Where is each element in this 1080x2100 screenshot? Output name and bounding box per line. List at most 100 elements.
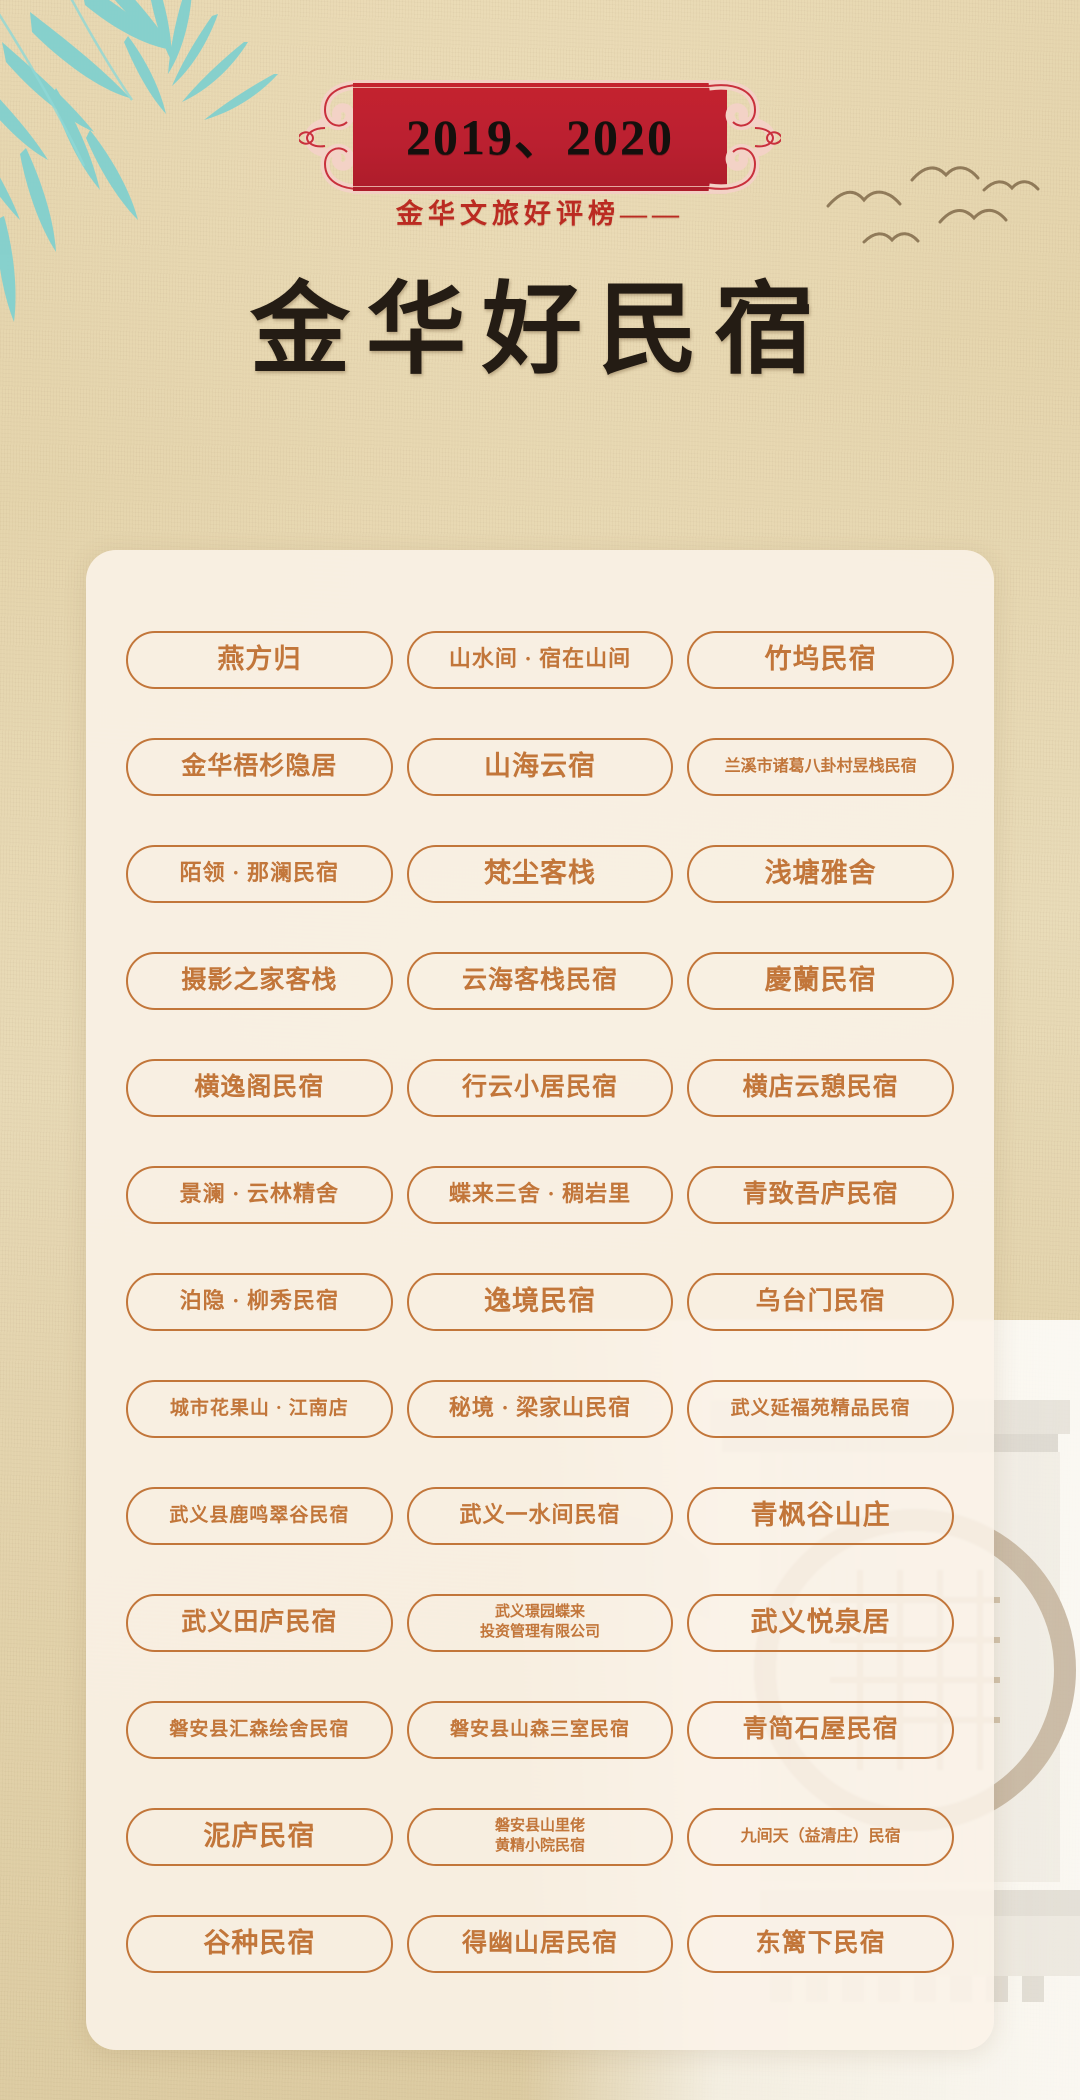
homestay-name: 梵尘客栈 [483,858,596,889]
list-row: 景澜 · 云林精舍 蝶来三舍 · 稠岩里 青致吾庐民宿 [126,1141,954,1248]
homestay-pill[interactable]: 竹坞民宿 [687,630,954,689]
list-row: 泊隐 · 柳秀民宿 逸境民宿 乌台门民宿 [126,1248,954,1355]
homestay-name: 九间天（益清庄）民宿 [740,1827,901,1845]
homestay-name: 磐安县山森三室民宿 [449,1718,630,1740]
homestay-name: 武义一水间民宿 [459,1502,621,1528]
homestay-name: 泥庐民宿 [203,1821,316,1852]
list-row: 城市花果山 · 江南店 秘境 · 梁家山民宿 武义延福苑精品民宿 [126,1355,954,1462]
list-row: 泥庐民宿 磐安县山里佬 黄精小院民宿 九间天（益清庄）民宿 [126,1783,954,1890]
homestay-pill[interactable]: 景澜 · 云林精舍 [126,1165,393,1224]
homestay-pill[interactable]: 青枫谷山庄 [687,1486,954,1545]
homestay-pill[interactable]: 兰溪市诸葛八卦村昱栈民宿 [687,737,954,796]
homestay-pill[interactable]: 浅塘雅舍 [687,844,954,903]
homestay-pill[interactable]: 行云小居民宿 [406,1058,674,1117]
homestay-name: 行云小居民宿 [461,1073,618,1101]
homestay-name: 磐安县山里佬 黄精小院民宿 [494,1818,585,1854]
homestay-name: 山海云宿 [483,751,596,782]
page-title: 金华好民宿 [250,275,830,386]
homestay-name: 横逸阁民宿 [194,1073,325,1101]
homestay-pill[interactable]: 梵尘客栈 [406,844,674,903]
homestay-name: 兰溪市诸葛八卦村昱栈民宿 [724,757,917,775]
list-row: 武义田庐民宿 武义璟园蝶来 投资管理有限公司 武义悦泉居 [126,1569,954,1676]
homestay-pill[interactable]: 得幽山居民宿 [406,1914,674,1973]
homestay-pill[interactable]: 横逸阁民宿 [126,1058,393,1117]
homestay-pill[interactable]: 蝶来三舍 · 稠岩里 [406,1165,674,1224]
homestay-pill[interactable]: 摄影之家客栈 [126,951,393,1010]
banner-plate: 2019、2020 [353,80,727,194]
list-row: 陌领 · 那澜民宿 梵尘客栈 浅塘雅舍 [126,820,954,927]
homestay-pill[interactable]: 燕方归 [126,630,393,689]
homestay-pill[interactable]: 磐安县汇森绘舍民宿 [126,1700,393,1759]
homestay-name: 慶蘭民宿 [764,965,877,996]
homestay-pill[interactable]: 武义田庐民宿 [126,1593,393,1652]
homestay-pill[interactable]: 云海客栈民宿 [406,951,674,1010]
list-row: 摄影之家客栈 云海客栈民宿 慶蘭民宿 [126,927,954,1034]
homestay-name: 城市花果山 · 江南店 [169,1397,349,1419]
homestay-name: 得幽山居民宿 [461,1929,618,1957]
homestay-name: 浅塘雅舍 [764,858,877,889]
homestay-pill[interactable]: 金华梧杉隐居 [126,737,393,796]
homestay-name: 蝶来三舍 · 稠岩里 [448,1181,632,1207]
year-banner: 2019、2020 [299,72,781,202]
list-row: 横逸阁民宿 行云小居民宿 横店云憩民宿 [126,1034,954,1141]
homestay-name: 青致吾庐民宿 [742,1180,899,1208]
homestay-name: 武义田庐民宿 [181,1608,338,1636]
homestay-pill[interactable]: 乌台门民宿 [687,1272,954,1331]
homestay-name: 青枫谷山庄 [750,1500,891,1531]
homestay-name: 泊隐 · 柳秀民宿 [179,1288,339,1314]
homestay-pill[interactable]: 磐安县山里佬 黄精小院民宿 [406,1807,674,1866]
homestay-pill[interactable]: 慶蘭民宿 [687,951,954,1010]
homestay-pill[interactable]: 武义一水间民宿 [406,1486,674,1545]
list-row: 金华梧杉隐居 山海云宿 兰溪市诸葛八卦村昱栈民宿 [126,713,954,820]
homestay-pill[interactable]: 秘境 · 梁家山民宿 [406,1379,674,1438]
banner-years: 2019、2020 [406,109,674,165]
homestay-pill[interactable]: 谷种民宿 [126,1914,393,1973]
homestay-pill[interactable]: 城市花果山 · 江南店 [126,1379,393,1438]
homestay-name: 金华梧杉隐居 [181,752,338,780]
homestay-name: 武义延福苑精品民宿 [730,1397,911,1419]
homestay-name: 陌领 · 那澜民宿 [179,860,339,886]
homestay-name: 东篱下民宿 [755,1929,886,1957]
homestay-pill[interactable]: 泥庐民宿 [126,1807,393,1866]
homestay-list-card: 燕方归 山水间 · 宿在山间 竹坞民宿金华梧杉隐居 山海云宿 兰溪市诸葛八卦村昱栈民宿陌… [86,550,994,2050]
homestay-name: 逸境民宿 [483,1286,596,1317]
homestay-name: 摄影之家客栈 [181,966,338,994]
homestay-pill[interactable]: 武义县鹿鸣翠谷民宿 [126,1486,393,1545]
homestay-name: 燕方归 [217,644,302,675]
poster-root: 2019、2020 金华文旅好评榜—— 金华好民宿 燕方归 山水间 · 宿在山间… [0,0,1080,2100]
homestay-pill[interactable]: 青致吾庐民宿 [687,1165,954,1224]
homestay-name: 磐安县汇森绘舍民宿 [169,1718,350,1740]
homestay-pill[interactable]: 武义璟园蝶来 投资管理有限公司 [406,1593,674,1652]
homestay-pill[interactable]: 陌领 · 那澜民宿 [126,844,393,903]
homestay-name: 武义悦泉居 [750,1607,891,1638]
homestay-pill[interactable]: 武义延福苑精品民宿 [687,1379,954,1438]
list-row: 武义县鹿鸣翠谷民宿 武义一水间民宿 青枫谷山庄 [126,1462,954,1569]
homestay-name: 云海客栈民宿 [461,966,618,994]
homestay-name: 秘境 · 梁家山民宿 [448,1395,632,1421]
homestay-name: 景澜 · 云林精舍 [179,1181,339,1207]
homestay-pill[interactable]: 青简石屋民宿 [687,1700,954,1759]
scroll-ornament-right-icon [708,80,781,194]
flying-birds-icon [826,166,1040,244]
homestay-pill[interactable]: 山海云宿 [406,737,674,796]
homestay-name: 乌台门民宿 [755,1287,886,1315]
homestay-pill[interactable]: 九间天（益清庄）民宿 [687,1807,954,1866]
homestay-name: 谷种民宿 [203,1928,316,1959]
homestay-name: 山水间 · 宿在山间 [448,646,632,672]
list-row: 谷种民宿 得幽山居民宿 东篱下民宿 [126,1890,954,1997]
homestay-name: 横店云憩民宿 [742,1073,899,1101]
homestay-pill[interactable]: 泊隐 · 柳秀民宿 [126,1272,393,1331]
homestay-pill[interactable]: 武义悦泉居 [687,1593,954,1652]
homestay-name: 青简石屋民宿 [742,1715,899,1743]
list-row: 磐安县汇森绘舍民宿 磐安县山森三室民宿 青简石屋民宿 [126,1676,954,1783]
homestay-pill[interactable]: 逸境民宿 [406,1272,674,1331]
homestay-pill[interactable]: 横店云憩民宿 [687,1058,954,1117]
homestay-pill[interactable]: 东篱下民宿 [687,1914,954,1973]
homestay-name: 竹坞民宿 [764,644,877,675]
homestay-name: 武义县鹿鸣翠谷民宿 [169,1504,350,1526]
homestay-pill[interactable]: 山水间 · 宿在山间 [406,630,674,689]
homestay-pill[interactable]: 磐安县山森三室民宿 [406,1700,674,1759]
homestay-name: 武义璟园蝶来 投资管理有限公司 [479,1604,600,1640]
list-row: 燕方归 山水间 · 宿在山间 竹坞民宿 [126,606,954,713]
poster-subtitle: 金华文旅好评榜—— [396,199,684,229]
